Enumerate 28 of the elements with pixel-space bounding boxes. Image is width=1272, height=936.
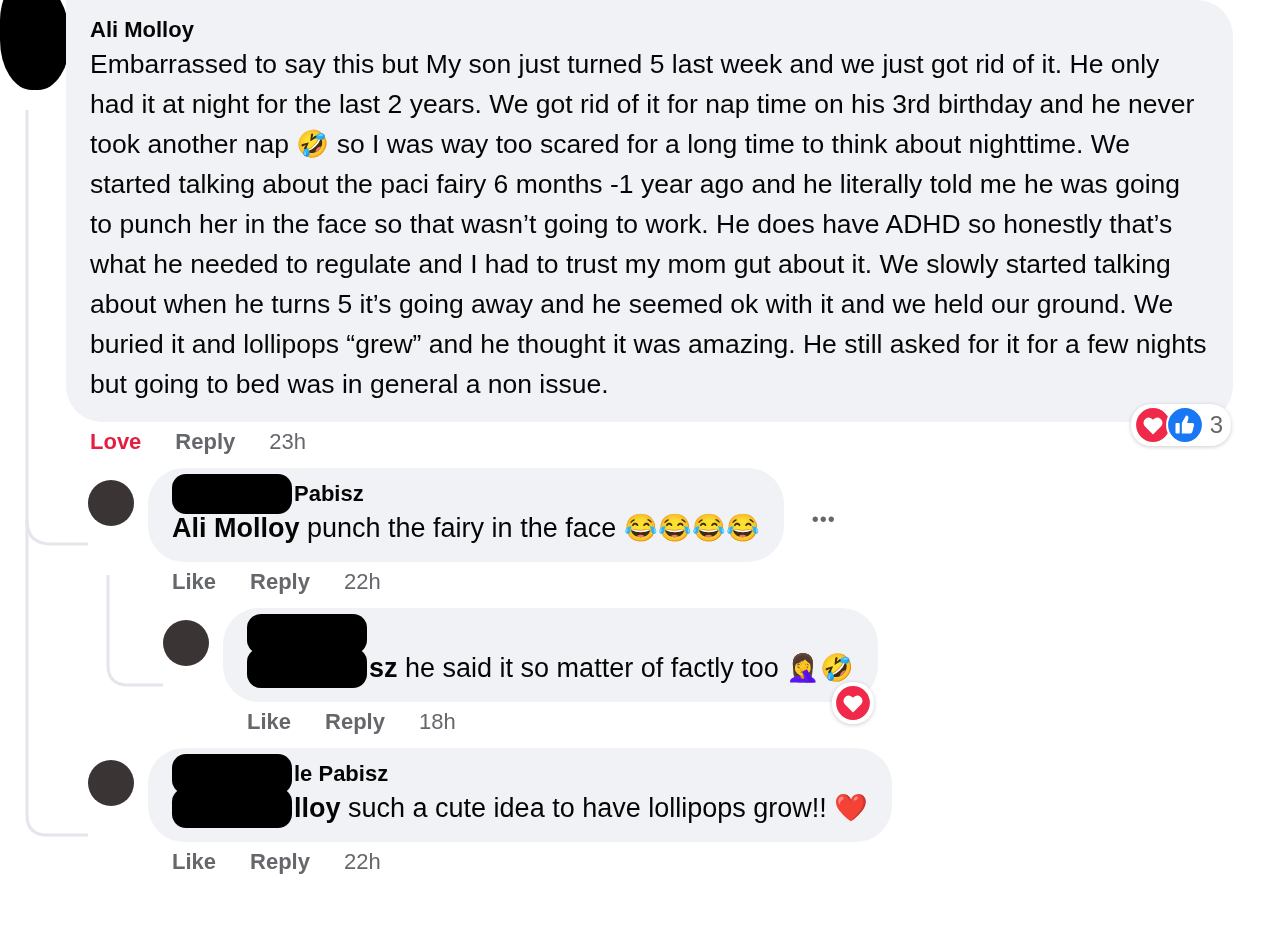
author-name[interactable]: Ali Molloy [90, 16, 194, 44]
action-link[interactable]: Reply [325, 702, 385, 742]
action-link[interactable]: Reply [250, 842, 310, 882]
timestamp: 18h [418, 708, 456, 736]
reaction-badge[interactable] [832, 682, 875, 724]
author-name[interactable]: Pabisz [294, 480, 364, 508]
timestamp: 23h [269, 428, 306, 456]
action-link[interactable]: Like [247, 702, 292, 742]
reaction-count: 3 [1209, 411, 1223, 439]
action-link[interactable]: Reply [250, 562, 310, 602]
thumbs-up-icon [1165, 406, 1204, 444]
author-name[interactable]: le Pabisz [294, 760, 389, 788]
love-reaction-icon [834, 684, 873, 722]
comment-text: sz he said it so matter of factly too 🤦‍♀🤣 [369, 652, 855, 685]
action-link[interactable]: Love [90, 422, 142, 462]
timestamp: 22h [343, 848, 381, 876]
timestamp: 22h [343, 568, 381, 596]
comment-text: Embarrassed to say this but My son just turned 5 last week and we just got rid of it. He only had it at night for the last 2 years. We got rid of it for nap time on his 3rd birthday and he never took another nap 🤣 so I was way too scared for a long time to think about nighttime. We started talking about the paci fairy 6 months -1 year ago and he literally told me he was going to punch her in the face so that wasn’t going to work. He does have ADHD so honestly that’s what he needed to regulate and I had to trust my mom gut about it. We slowly started talking about when he turns 5 it’s going away and he seemed ok with it and we held our ground. We buried it and lollipops “grew” and he thought it was amazing. He still asked for it for a few nights but going to bed was in general a non issue. [90, 49, 1207, 399]
avatar[interactable] [88, 760, 134, 806]
more-button[interactable]: ••• [811, 508, 836, 531]
comment-text: Ali Molloy punch the fairy in the face 😂😂😂😂 [172, 512, 760, 545]
comment-text: lloy such a cute idea to have lollipops grow!! ❤ [294, 792, 869, 825]
reaction-badge[interactable]: 3 [1130, 404, 1231, 446]
action-link[interactable]: Like [172, 842, 217, 882]
action-link[interactable]: Like [172, 562, 217, 602]
action-link[interactable]: Reply [175, 422, 236, 462]
avatar[interactable] [88, 480, 134, 526]
avatar[interactable] [163, 620, 209, 666]
